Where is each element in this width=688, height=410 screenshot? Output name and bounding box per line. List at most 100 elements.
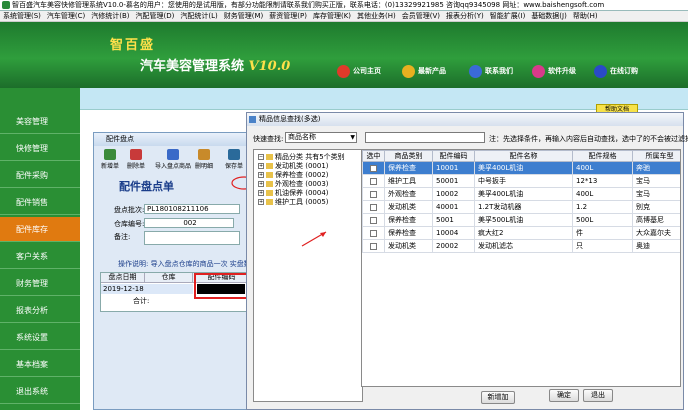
select-cell[interactable]	[362, 187, 385, 201]
grid-cell[interactable]: 美孚500L机油	[474, 213, 573, 227]
menu-item[interactable]: 薪资管理(P)	[266, 11, 310, 21]
expand-icon[interactable]: +	[258, 190, 264, 196]
expand-icon[interactable]: +	[258, 199, 264, 205]
topnav-link[interactable]: 软件升级	[532, 62, 576, 80]
grid-cell[interactable]: 奥迪	[632, 239, 680, 253]
menu-item[interactable]: 财务管理(M)	[221, 11, 267, 21]
collapse-icon[interactable]: −	[258, 154, 264, 160]
menu-item[interactable]: 报表分析(Y)	[443, 11, 487, 21]
col-header-warehouse[interactable]: 仓库	[145, 273, 193, 283]
menu-item[interactable]: 系统管理(S)	[0, 11, 44, 21]
menu-item[interactable]: 基础数据(J)	[528, 11, 570, 21]
grid-cell[interactable]: 保养检查	[384, 213, 433, 227]
grid-cell[interactable]: 奔驰	[632, 161, 680, 175]
sidebar-item[interactable]: 快修管理	[0, 136, 80, 161]
chevron-down-icon[interactable]: ▼	[350, 133, 355, 142]
grid-cell[interactable]: 50001	[432, 174, 475, 188]
menu-item[interactable]: 汽车管理(C)	[44, 11, 88, 21]
grid-column-header[interactable]: 配件编码	[432, 150, 475, 162]
grid-cell[interactable]: 发动机滤芯	[474, 239, 573, 253]
grid-cell[interactable]: 40001	[432, 200, 475, 214]
menu-item[interactable]: 其他业务(H)	[354, 11, 399, 21]
sidebar-item[interactable]: 配件销售	[0, 190, 80, 215]
select-cell[interactable]	[362, 226, 385, 240]
grid-cell[interactable]: 高博基尼	[632, 213, 680, 227]
menu-item[interactable]: 智能扩展(I)	[487, 11, 529, 21]
table-row[interactable]: 发动机类 40001 1.2T发动机器 1.2 别克	[362, 200, 680, 214]
grid-cell[interactable]: 发动机类	[384, 200, 433, 214]
grid-cell[interactable]: 发动机类	[384, 239, 433, 253]
grid-cell[interactable]: 500L	[572, 213, 633, 227]
sidebar-item[interactable]: 配件采购	[0, 163, 80, 188]
menu-item[interactable]: 汽配管理(D)	[133, 11, 178, 21]
grid-cell[interactable]: 疯大红2	[474, 226, 573, 240]
select-cell[interactable]	[362, 213, 385, 227]
select-cell[interactable]	[362, 200, 385, 214]
sidebar-item[interactable]: 退出系统	[0, 379, 80, 404]
grid-cell[interactable]: 保养检查	[384, 226, 433, 240]
table-row[interactable]: 保养检查 5001 美孚500L机油 500L 高博基尼	[362, 213, 680, 227]
expand-icon[interactable]: +	[258, 172, 264, 178]
table-row[interactable]: 保养检查 10004 疯大红2 件大众嘉尔夫	[362, 226, 680, 240]
topnav-link[interactable]: 最新产品	[402, 62, 446, 80]
tree-node[interactable]: + 外观检查 (0003)	[258, 180, 329, 188]
sidebar-item[interactable]: 基本档案	[0, 352, 80, 377]
expand-icon[interactable]: +	[258, 181, 264, 187]
topnav-link[interactable]: 在线订购	[594, 62, 638, 80]
menu-item[interactable]: 会员管理(V)	[399, 11, 443, 21]
toolbar-button[interactable]: 保存单	[222, 149, 246, 170]
menu-item[interactable]: 库存管理(K)	[310, 11, 354, 21]
sidebar-item[interactable]: 系统设置	[0, 325, 80, 350]
ok-button[interactable]: 确定	[549, 389, 579, 402]
sidebar-item[interactable]: 美容管理	[0, 109, 80, 134]
sidebar-item[interactable]: 配件库存	[0, 217, 80, 242]
grid-column-header[interactable]: 所属车型	[632, 150, 680, 162]
table-row[interactable]: 维护工具 50001 中号扳手 12*13 宝马	[362, 174, 680, 188]
row-checkbox[interactable]	[370, 216, 377, 224]
expand-icon[interactable]: +	[258, 163, 264, 169]
grid-cell[interactable]: 美孚400L机油	[474, 187, 573, 201]
remark-field[interactable]	[144, 231, 240, 245]
sidebar-item[interactable]: 财务管理	[0, 271, 80, 296]
toolbar-button[interactable]: 导入盘点商品	[154, 149, 192, 170]
grid-cell[interactable]: 10004	[432, 226, 475, 240]
grid-cell[interactable]: 只	[572, 239, 633, 253]
grid-cell[interactable]: 12*13	[572, 174, 633, 188]
grid-cell[interactable]: 中号扳手	[474, 174, 573, 188]
sidebar-item[interactable]: 报表分析	[0, 298, 80, 323]
grid-cell[interactable]: 400L	[572, 187, 633, 201]
topnav-link[interactable]: 公司主页	[337, 62, 381, 80]
grid-column-header[interactable]: 商品类别	[384, 150, 433, 162]
row-checkbox[interactable]	[370, 190, 377, 198]
tree-node[interactable]: + 保养检查 (0002)	[258, 171, 329, 179]
row-checkbox[interactable]	[370, 242, 377, 250]
table-row[interactable]: 发动机类 20002 发动机滤芯只奥迪	[362, 239, 680, 253]
tree-node[interactable]: + 发动机类 (0001)	[258, 162, 329, 170]
grid-cell[interactable]: 宝马	[632, 187, 680, 201]
quickfind-input[interactable]	[365, 132, 485, 143]
toolbar-button[interactable]: 新增单	[98, 149, 122, 170]
grid-cell[interactable]: 大众嘉尔夫	[632, 226, 680, 240]
select-cell[interactable]	[362, 174, 385, 188]
row-checkbox[interactable]	[370, 164, 377, 172]
grid-cell[interactable]: 20002	[432, 239, 475, 253]
menu-item[interactable]: 汽配统计(L)	[177, 11, 220, 21]
menu-item[interactable]: 汽修统计(B)	[88, 11, 132, 21]
grid-cell[interactable]: 维护工具	[384, 174, 433, 188]
grid-cell[interactable]: 外观检查	[384, 187, 433, 201]
grid-cell[interactable]: 宝马	[632, 174, 680, 188]
select-cell[interactable]	[362, 239, 385, 253]
grid-cell[interactable]: 保养检查	[384, 161, 433, 175]
grid-column-header[interactable]: 配件名称	[474, 150, 573, 162]
row-checkbox[interactable]	[370, 177, 377, 185]
toolbar-button[interactable]: 删除单	[124, 149, 148, 170]
tree-node[interactable]: − 精品分类 共有5个类别	[258, 153, 345, 161]
grid-cell[interactable]: 1.2	[572, 200, 633, 214]
tree-node[interactable]: + 维护工具 (0005)	[258, 198, 329, 206]
col-header-date[interactable]: 盘点日期	[101, 273, 145, 283]
grid-cell[interactable]: 10001	[432, 161, 475, 175]
toolbar-button[interactable]: 删明细	[192, 149, 216, 170]
table-row[interactable]: 2019-12-18	[101, 284, 193, 294]
quickfind-select[interactable]: 商品名称 ▼	[285, 132, 357, 143]
add-new-button[interactable]: 新增加	[481, 391, 515, 404]
